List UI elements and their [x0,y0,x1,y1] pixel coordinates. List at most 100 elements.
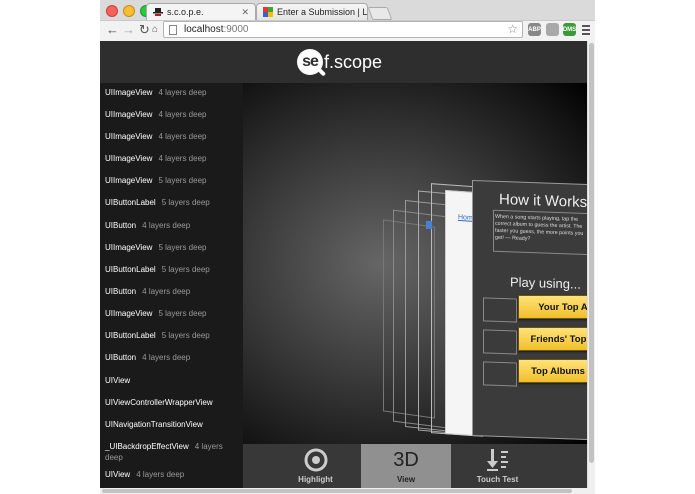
extension-icon[interactable] [546,23,559,36]
outer-right-margin [595,0,695,494]
view-class-name: _UIBackdropEffectView [105,442,189,451]
back-chevron-icon [426,221,432,229]
view-class-name: UIImageView [105,243,153,252]
view-class-name: UIImageView [105,154,153,163]
friends-top-albums-button[interactable]: Friends' Top Albums [518,327,587,351]
layer-depth: 4 layers deep [136,470,185,479]
horizontal-scrollbar[interactable] [100,488,595,494]
target-icon [304,448,327,472]
layer-depth: 5 layers deep [158,176,207,185]
scrollbar-thumb[interactable] [102,489,572,493]
outer-left-margin [0,0,100,494]
browser-menu-icon[interactable] [582,25,590,37]
layer-depth: 4 layers deep [158,88,207,97]
view-list-item[interactable]: UIButtonLabel 5 layers deep [105,264,239,275]
view-list-item[interactable]: UIImageView 4 layers deep [105,87,239,98]
home-icon[interactable]: ⌂ [152,21,158,39]
mode-toolbar: Highlight 3D View Touch Test [243,444,587,488]
minimize-window-button[interactable] [123,5,135,17]
layer-depth: 5 layers deep [158,243,207,252]
magnifier-icon: se [297,49,327,77]
touch-test-label: Touch Test [476,475,519,484]
view-class-name: UIButton [105,287,137,296]
bookmark-star-icon[interactable]: ☆ [507,22,518,36]
your-top-albums-button[interactable]: Your Top Albums [518,295,587,319]
highlight-label: Highlight [298,475,333,484]
view-list-item[interactable]: UIButtonLabel 5 layers deep [105,330,239,341]
view-list-item[interactable]: UIImageView 4 layers deep [105,131,239,142]
view-class-name: UIImageView [105,132,153,141]
close-tab-icon[interactable]: ✕ [237,7,249,18]
view-class-name: UIImageView [105,309,153,318]
view-hierarchy-list[interactable]: UIImageView 4 layers deep UIImageView 4 lay… [100,83,243,488]
adblock-extension-icon[interactable]: ABP [528,23,541,36]
view-list-item[interactable]: UIImageView 5 layers deep [105,175,239,186]
tab-title: s.c.o.p.e. [167,7,204,17]
layer-depth: 5 layers deep [158,309,207,318]
view-class-name: UIViewControllerWrapperView [105,398,213,407]
layer-depth: 5 layers deep [161,198,210,207]
button-frame [483,329,517,355]
tab-scope[interactable]: s.c.o.p.e. ✕ [146,3,256,20]
touch-arrow-icon [486,449,508,471]
app-header: se f.scope [100,41,587,83]
layer-depth: 4 layers deep [158,132,207,141]
white-layer[interactable]: Hom [445,189,475,437]
puzzle-icon [263,7,273,17]
view-class-name: UIButtonLabel [105,331,156,340]
back-arrow-icon[interactable]: ← [106,21,119,39]
view-list-item[interactable]: UIButton 4 layers deep [105,286,239,297]
close-window-button[interactable] [106,5,118,17]
layer-depth: 4 layers deep [142,221,191,230]
vertical-scrollbar[interactable] [587,41,595,488]
view-list-item[interactable]: UIButton 4 layers deep [105,220,239,231]
new-tab-button[interactable] [367,7,393,20]
view-list-item[interactable]: _UIBackdropEffectView 4 layers deep [105,441,239,463]
view-list-item[interactable]: UINavigationTransitionView [105,419,239,430]
view-list-item[interactable]: UIImageView 5 layers deep [105,308,239,319]
address-bar[interactable]: localhost:9000 ☆ [163,21,523,38]
view-button[interactable]: 3D View [361,444,451,488]
reload-icon[interactable]: ↻ [139,21,150,39]
spy-hat-icon [153,8,163,16]
3d-icon: 3D [393,449,419,471]
tab-submission[interactable]: Enter a Submission | LA H ✕ [256,3,368,20]
view-class-name: UIView [105,470,131,479]
view-list-item[interactable]: UIImageView 5 layers deep [105,242,239,253]
forward-arrow-icon[interactable]: → [122,21,135,39]
view-class-name: UINavigationTransitionView [105,420,203,429]
selfscope-logo: se f.scope [297,45,382,79]
url-text: localhost:9000 [184,24,249,35]
3d-layer-stage[interactable]: Hom How it Works: When a song starts pla… [243,83,587,444]
page-icon [169,25,177,35]
view-class-name: UIButton [105,221,137,230]
layer-depth: 4 layers deep [158,154,207,163]
view-label: View [396,475,416,484]
view-class-name: UIButtonLabel [105,198,156,207]
play-using-label: Play using... [510,274,581,292]
home-link[interactable]: Hom [458,214,473,222]
layer-depth: 4 layers deep [142,287,191,296]
top-albums-on-rdio-button[interactable]: Top Albums on Rdio [518,359,587,383]
scrollbar-thumb[interactable] [589,43,594,463]
view-list-item[interactable]: UIView [105,375,239,386]
view-list-item[interactable]: UIViewControllerWrapperView [105,397,239,408]
layer-depth: 4 layers deep [158,110,207,119]
view-list-item[interactable]: UIButtonLabel 5 layers deep [105,197,239,208]
view-list-item[interactable]: UIButton 4 layers deep [105,352,239,363]
view-list-item[interactable]: UIImageView 4 layers deep [105,109,239,120]
app-viewport: se f.scope UIImageView 4 layers deep UIIma… [100,41,587,488]
button-frame [483,361,517,387]
layer-depth: 4 layers deep [142,353,191,362]
view-class-name: UIImageView [105,110,153,119]
view-list-item[interactable]: UIView 4 layers deep [105,469,239,480]
view-list-item[interactable]: UIImageView 4 layers deep [105,153,239,164]
view-class-name: UIImageView [105,88,153,97]
how-it-works-title: How it Works: [499,190,587,212]
highlight-button[interactable]: Highlight [273,444,358,488]
button-frame [483,297,517,323]
dms-extension-icon[interactable]: DMS [563,23,576,36]
touch-test-button[interactable]: Touch Test [455,444,540,488]
view-class-name: UIButton [105,353,137,362]
view-class-name: UIButtonLabel [105,265,156,274]
